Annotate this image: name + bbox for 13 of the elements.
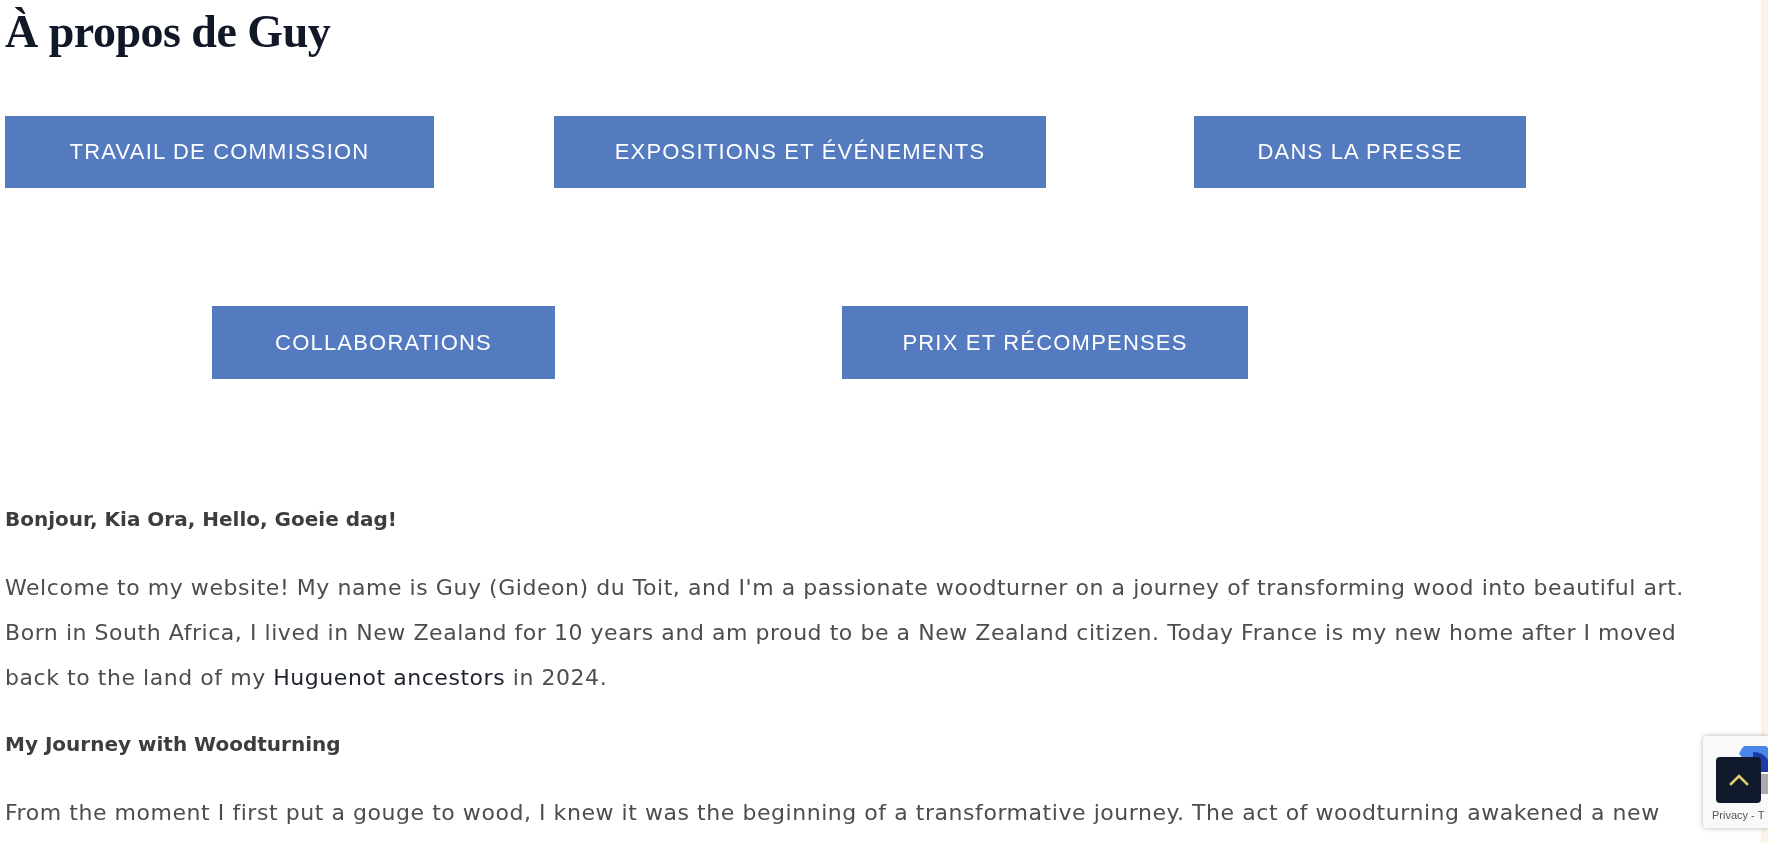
section-button[interactable]: DANS LA PRESSE	[1194, 116, 1526, 188]
section-button[interactable]: PRIX ET RÉCOMPENSES	[842, 306, 1248, 379]
chevron-up-icon	[1728, 774, 1749, 786]
section-button[interactable]: EXPOSITIONS ET ÉVÉNEMENTS	[554, 116, 1046, 188]
text-link[interactable]: Huguenot ancestors	[273, 665, 506, 690]
body-paragraph: Welcome to my website! My name is Guy (Gideon) du Toit, and I'm a passionate woodturner on a journey of transforming wood into beautiful art. Born in South Africa, I lived in New Zealand for 10 years and am proud to be a New Zealand citizen. Today France is my new home after I moved back to the land of my Huguenot ancestors in 2024.	[5, 574, 1685, 692]
content-heading: My Journey with Woodturning	[5, 731, 342, 758]
section-button[interactable]: COLLABORATIONS	[212, 306, 555, 379]
privacy-text[interactable]: Privacy - T	[1712, 809, 1765, 821]
section-button[interactable]: TRAVAIL DE COMMISSION	[5, 116, 434, 188]
page-title: À propos de Guy	[5, 5, 332, 57]
content-heading: Bonjour, Kia Ora, Hello, Goeie dag!	[5, 506, 398, 533]
scroll-to-top-button[interactable]	[1716, 757, 1761, 803]
